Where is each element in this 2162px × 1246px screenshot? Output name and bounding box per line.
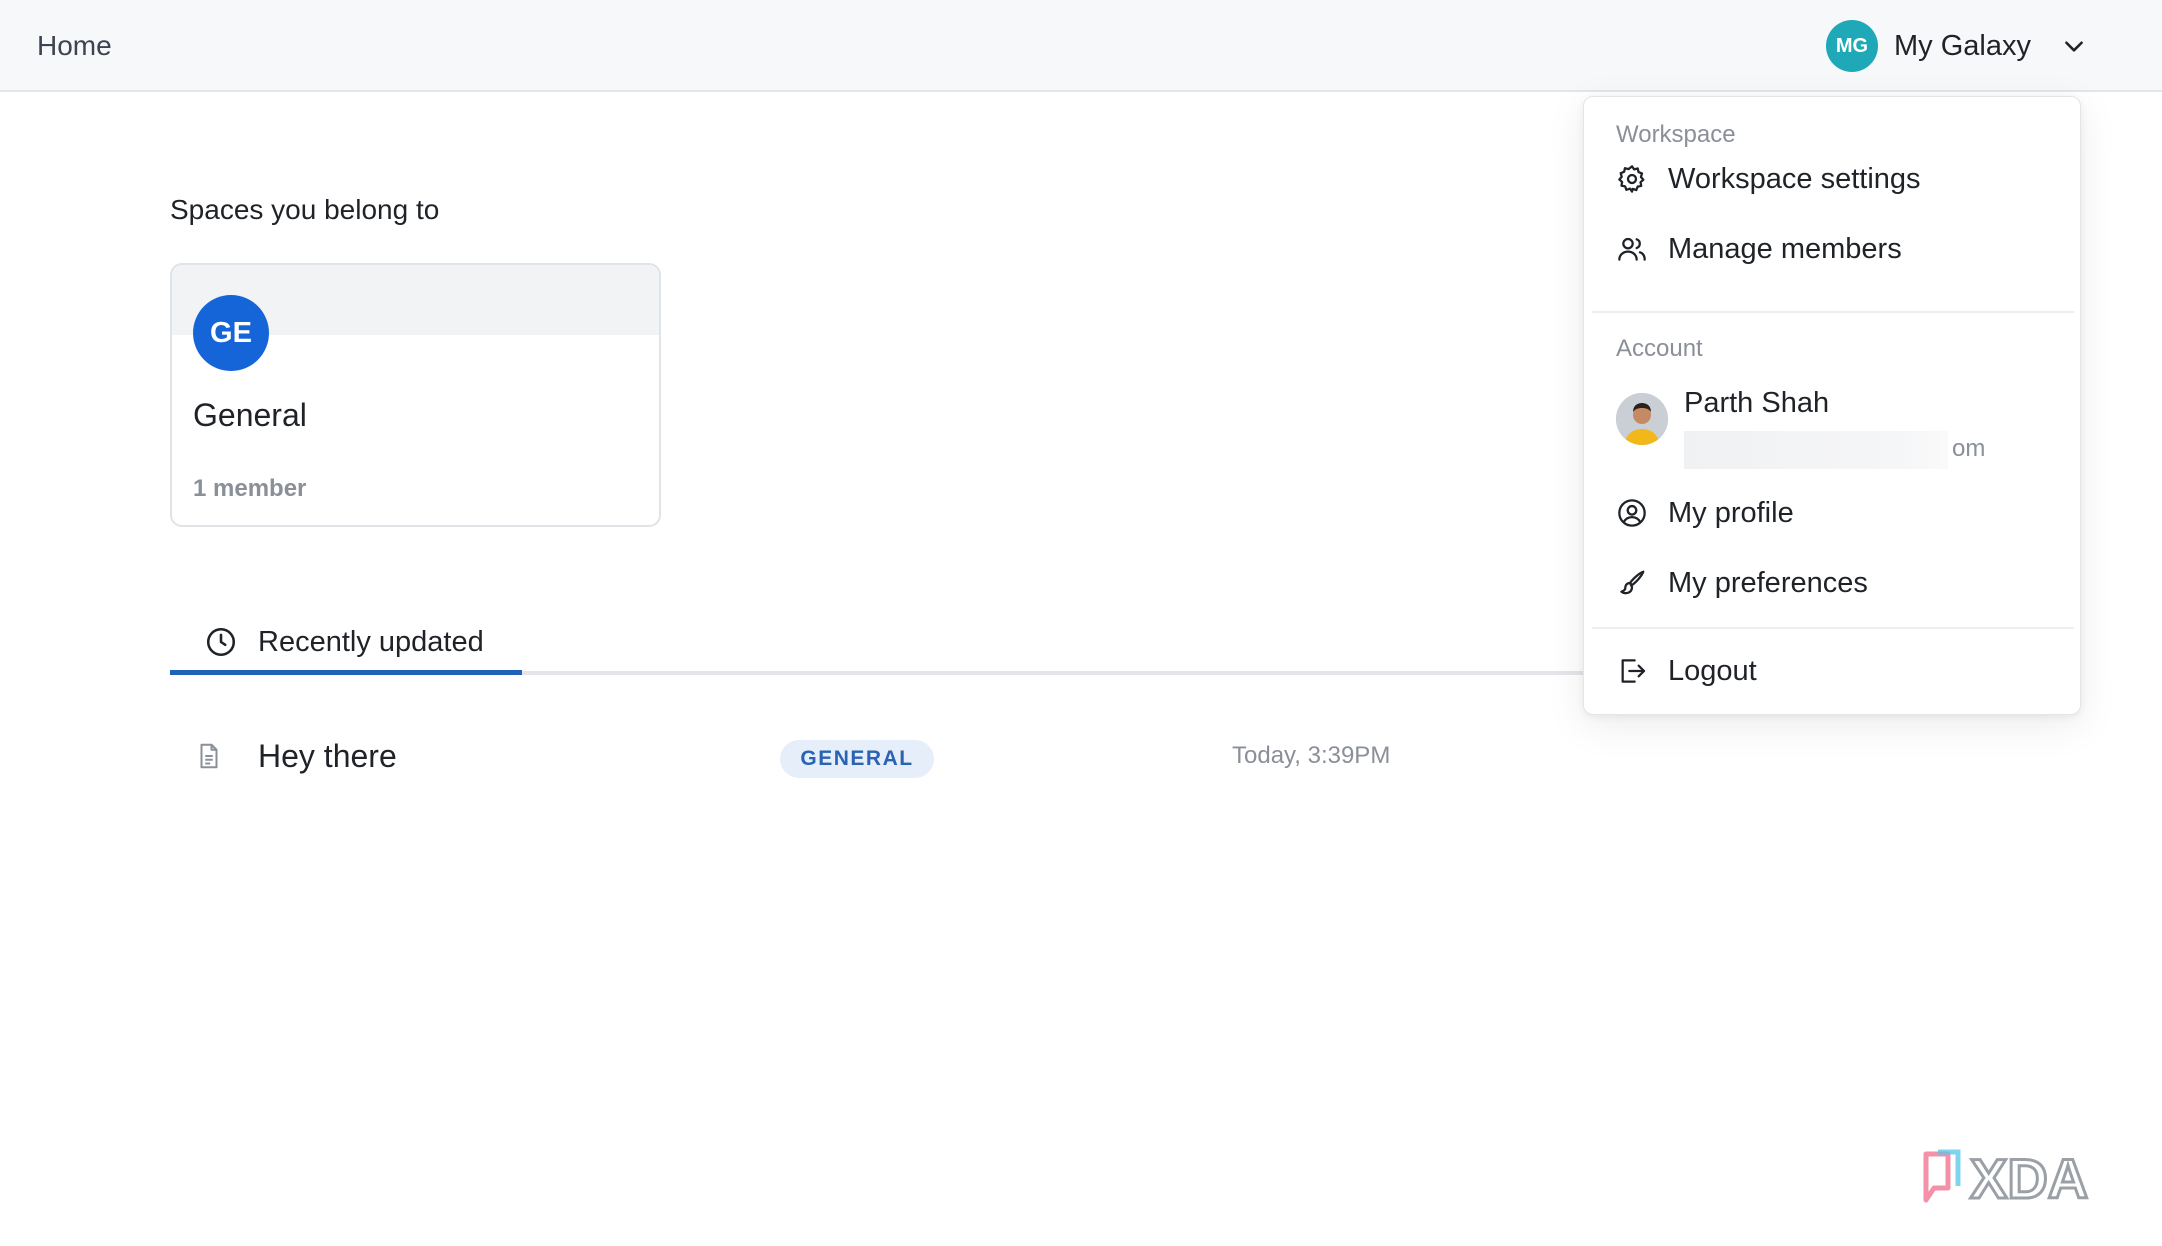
- document-updated-time: Today, 3:39PM: [1232, 742, 1391, 769]
- menu-divider: [1592, 311, 2074, 313]
- document-icon: [200, 743, 218, 769]
- redacted-email: [1684, 431, 1948, 469]
- brush-icon: [1620, 570, 1645, 595]
- top-bar: Home MG My Galaxy: [0, 0, 2162, 92]
- home-link[interactable]: Home: [37, 30, 112, 62]
- logout-item[interactable]: Logout: [1592, 641, 2074, 701]
- manage-members-item[interactable]: Manage members: [1592, 219, 2074, 279]
- spaces-section-title: Spaces you belong to: [170, 194, 440, 225]
- workspace-settings-item[interactable]: Workspace settings: [1592, 149, 2074, 209]
- workspace-settings-label: Workspace settings: [1668, 162, 1921, 195]
- user-circle-icon: [1618, 499, 1646, 527]
- tab-recently-updated[interactable]: Recently updated: [170, 608, 522, 676]
- workspace-group-label: Workspace: [1616, 121, 1736, 148]
- account-group-label: Account: [1616, 335, 1703, 362]
- manage-members-label: Manage members: [1668, 232, 1902, 265]
- chevron-down-icon: [2065, 41, 2083, 52]
- user-name: Parth Shah: [1684, 387, 1830, 419]
- document-row[interactable]: Hey there GENERAL Today, 3:39PM: [170, 726, 1470, 786]
- watermark-text: XDA: [1970, 1147, 2088, 1210]
- my-profile-item[interactable]: My profile: [1592, 483, 2074, 543]
- space-member-count: 1 member: [193, 475, 307, 502]
- space-card-general[interactable]: GE General 1 member: [170, 263, 661, 527]
- my-preferences-label: My preferences: [1668, 566, 1868, 599]
- logout-icon: [1621, 659, 1646, 683]
- account-user-row[interactable]: Parth Shah om: [1592, 387, 2074, 477]
- space-badge[interactable]: GENERAL: [780, 740, 934, 778]
- gear-icon: [1618, 165, 1645, 193]
- user-email: om: [1952, 435, 1986, 462]
- xda-watermark-logo: XDA: [1920, 1146, 2130, 1212]
- my-preferences-item[interactable]: My preferences: [1592, 553, 2074, 613]
- workspace-avatar: MG: [1826, 20, 1878, 72]
- tab-label: Recently updated: [258, 625, 484, 658]
- active-tab-indicator: [170, 670, 522, 675]
- workspace-name: My Galaxy: [1894, 29, 2031, 62]
- space-name: General: [193, 397, 307, 433]
- space-avatar: GE: [193, 295, 269, 371]
- clock-icon: [206, 627, 236, 657]
- workspace-dropdown-menu: Workspace Workspace settings Manage memb…: [1583, 96, 2081, 715]
- my-profile-label: My profile: [1668, 496, 1794, 529]
- logout-label: Logout: [1668, 654, 1757, 687]
- workspace-switcher[interactable]: MG My Galaxy: [1826, 20, 2087, 72]
- users-icon: [1618, 237, 1646, 261]
- user-avatar: [1616, 393, 1668, 445]
- menu-divider: [1592, 627, 2074, 629]
- document-title[interactable]: Hey there: [258, 738, 397, 775]
